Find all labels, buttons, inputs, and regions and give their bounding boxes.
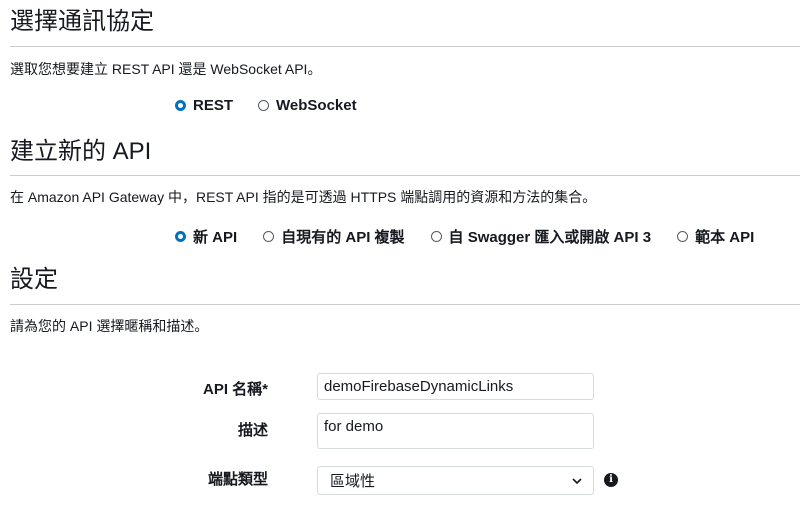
radio-websocket-indicator[interactable] [258,100,270,111]
api-name-input[interactable] [317,373,594,400]
radio-clone-api-label: 自現有的 API 複製 [281,229,405,246]
info-icon[interactable]: i [604,473,618,487]
chevron-down-icon [572,477,582,484]
radio-new-api-indicator[interactable] [175,231,186,242]
protocol-description: 選取您想要建立 REST API 還是 WebSocket API。 [10,61,322,77]
protocol-radio-group: REST WebSocket [175,97,357,114]
radio-clone-api-indicator[interactable] [263,231,275,242]
create-api-radio-group: 新 API 自現有的 API 複製 自 Swagger 匯入或開啟 API 3 … [175,226,754,247]
api-name-label: API 名稱* [202,381,268,398]
create-api-title: 建立新的 API [10,138,152,165]
radio-example-api-indicator[interactable] [677,231,689,242]
radio-import-swagger[interactable]: 自 Swagger 匯入或開啟 API 3 [430,226,652,247]
radio-example-api[interactable]: 範本 API [677,226,754,247]
description-textarea[interactable]: for demo [317,413,594,449]
endpoint-type-value: 區域性 [330,473,376,490]
protocol-title: 選擇通訊協定 [10,8,154,35]
endpoint-type-select[interactable]: 區域性 [317,466,594,495]
create-api-description: 在 Amazon API Gateway 中，REST API 指的是可透過 H… [10,189,597,205]
settings-divider [10,304,800,305]
description-label: 描述 [237,422,268,439]
create-api-divider [10,175,800,176]
radio-import-swagger-label: 自 Swagger 匯入或開啟 API 3 [448,229,652,246]
radio-rest[interactable]: REST [175,97,233,114]
radio-websocket[interactable]: WebSocket [258,97,357,114]
settings-title: 設定 [10,266,58,293]
radio-new-api[interactable]: 新 API [175,226,237,247]
radio-import-swagger-indicator[interactable] [430,231,442,242]
radio-rest-indicator[interactable] [175,100,186,111]
radio-new-api-label: 新 API [193,229,238,246]
radio-clone-api[interactable]: 自現有的 API 複製 [263,226,405,247]
radio-example-api-label: 範本 API [695,229,755,246]
radio-websocket-label: WebSocket [276,97,357,114]
endpoint-type-label: 端點類型 [207,471,268,488]
settings-description: 請為您的 API 選擇暱稱和描述。 [10,318,209,334]
protocol-divider [10,46,800,47]
radio-rest-label: REST [193,97,234,114]
